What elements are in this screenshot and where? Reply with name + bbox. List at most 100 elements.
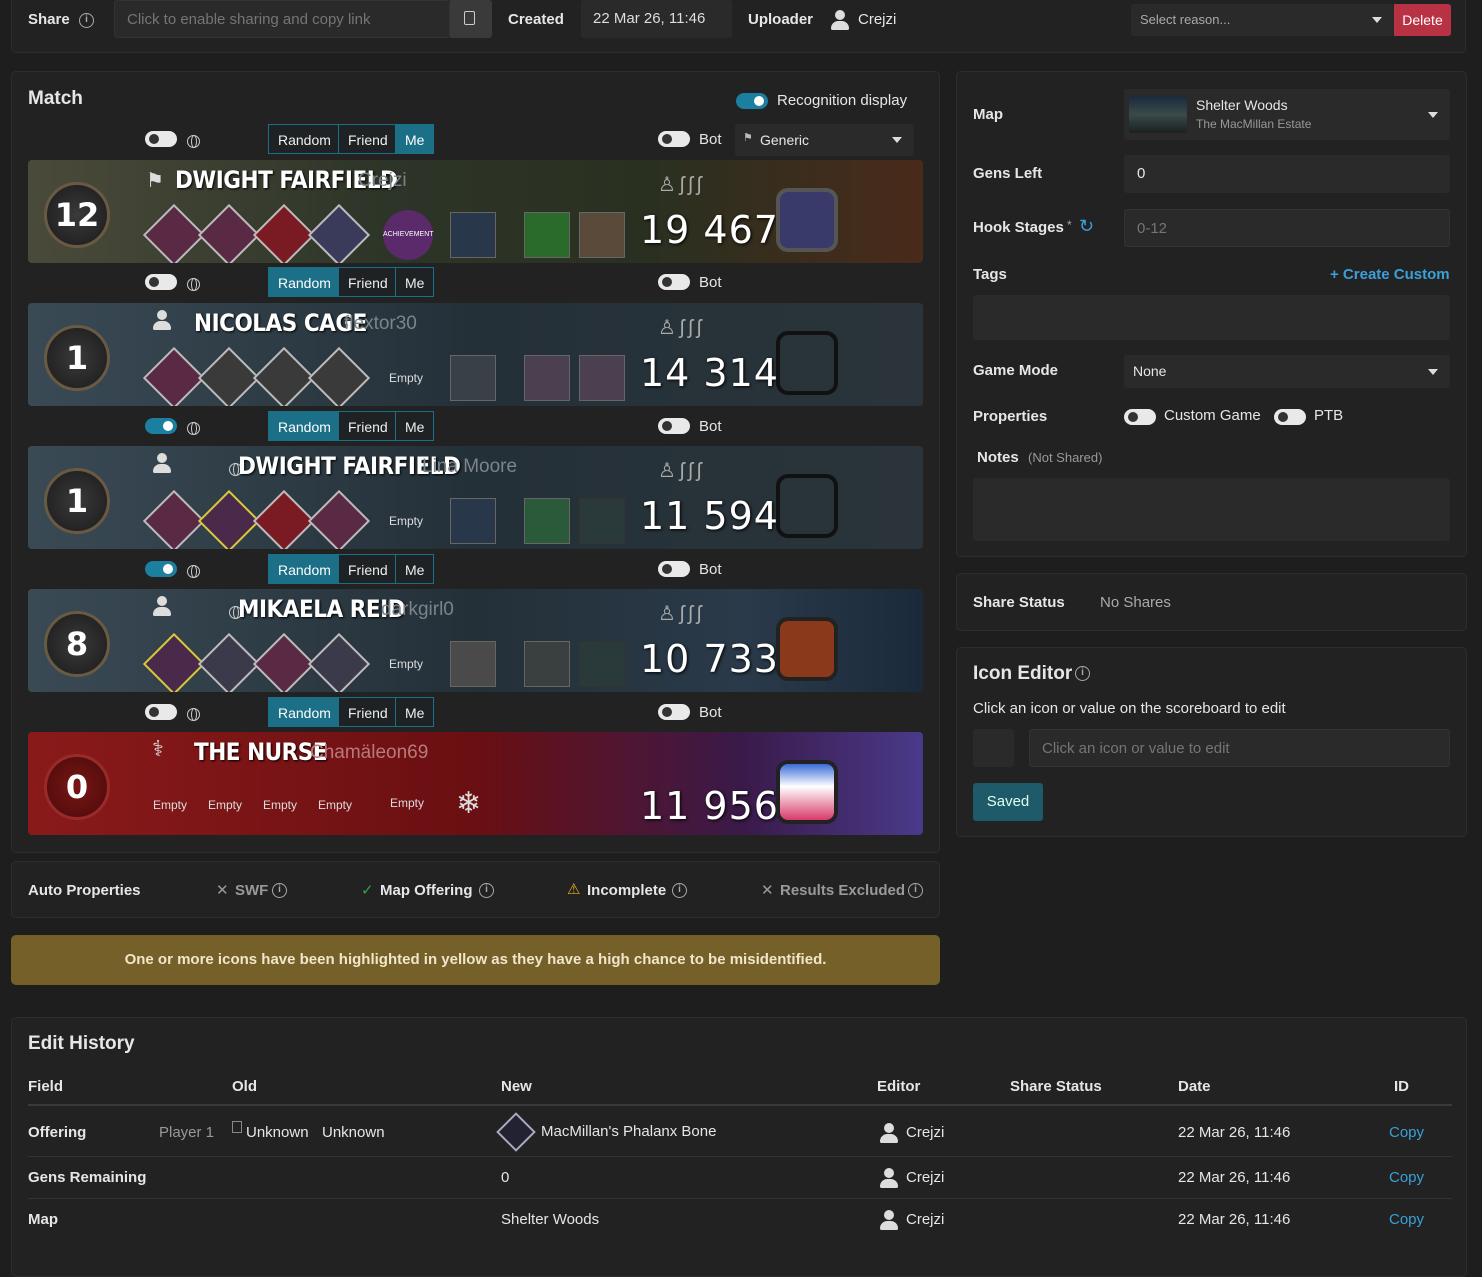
uploader-name[interactable]: Crejzi bbox=[858, 11, 896, 28]
perk-icon[interactable] bbox=[197, 346, 261, 406]
perk-icon[interactable] bbox=[252, 346, 316, 406]
swf-toggle[interactable] bbox=[145, 418, 177, 434]
perk-icon[interactable] bbox=[252, 632, 316, 692]
player-name[interactable]: NICOLAS CAGE bbox=[194, 309, 367, 337]
empty-perk-slot[interactable]: Empty bbox=[257, 782, 303, 828]
bot-toggle[interactable] bbox=[658, 418, 690, 434]
me-button[interactable]: Me bbox=[395, 554, 435, 584]
offering-icon[interactable] bbox=[776, 617, 838, 681]
game-mode-select[interactable]: None bbox=[1124, 355, 1450, 388]
globe-icon[interactable] bbox=[187, 707, 200, 721]
perk-icon[interactable] bbox=[197, 203, 261, 263]
addon-icon[interactable] bbox=[524, 498, 570, 544]
achievement-perk-icon[interactable]: ACHIEVEMENT bbox=[383, 210, 434, 260]
swf-toggle[interactable] bbox=[145, 274, 177, 290]
perk-icon-highlighted[interactable] bbox=[197, 489, 261, 549]
globe-icon[interactable] bbox=[187, 564, 200, 578]
map-select[interactable]: Shelter Woods The MacMillan Estate bbox=[1124, 89, 1450, 140]
hook-stages-icon[interactable]: ♙ʃʃʃ bbox=[658, 601, 705, 626]
friend-button[interactable]: Friend bbox=[338, 411, 398, 441]
recognition-toggle[interactable] bbox=[736, 93, 768, 109]
prestige-badge[interactable]: 12 bbox=[44, 182, 110, 248]
info-icon[interactable]: i bbox=[272, 883, 287, 898]
gens-left-input[interactable]: 0 bbox=[1124, 155, 1450, 193]
random-button[interactable]: Random bbox=[268, 267, 341, 297]
prestige-badge[interactable]: 0 bbox=[44, 754, 110, 820]
offering-icon[interactable] bbox=[776, 188, 838, 252]
bot-toggle[interactable] bbox=[658, 274, 690, 290]
notes-textarea[interactable] bbox=[973, 478, 1450, 541]
medkit-icon[interactable] bbox=[450, 355, 496, 401]
refresh-icon[interactable]: ↻ bbox=[1079, 216, 1094, 237]
player-score[interactable]: 11 594 bbox=[640, 494, 779, 538]
hook-stages-icon[interactable]: ♙ʃʃʃ bbox=[658, 172, 705, 197]
bot-toggle[interactable] bbox=[658, 561, 690, 577]
bot-toggle[interactable] bbox=[658, 704, 690, 720]
perk-icon[interactable] bbox=[142, 489, 206, 549]
row-editor[interactable]: Crejzi bbox=[906, 1169, 944, 1186]
player-name[interactable]: THE NURSE bbox=[194, 738, 328, 766]
copy-id-link[interactable]: Copy bbox=[1389, 1124, 1424, 1141]
toolbox-icon[interactable] bbox=[450, 498, 496, 544]
empty-perk-slot[interactable]: Empty bbox=[312, 782, 358, 828]
globe-icon[interactable] bbox=[187, 421, 200, 435]
player-score[interactable]: 19 467 bbox=[640, 208, 779, 252]
perk-icon[interactable] bbox=[142, 203, 206, 263]
info-icon[interactable]: i bbox=[1075, 666, 1090, 681]
random-button[interactable]: Random bbox=[268, 697, 341, 727]
perk-icon[interactable] bbox=[307, 489, 371, 549]
me-button[interactable]: Me bbox=[395, 124, 435, 154]
player-name[interactable]: MIKAELA REID bbox=[238, 595, 406, 623]
share-info-icon[interactable]: i bbox=[79, 13, 94, 28]
custom-game-toggle[interactable] bbox=[1124, 409, 1156, 425]
copy-id-link[interactable]: Copy bbox=[1389, 1211, 1424, 1228]
addon-icon[interactable] bbox=[579, 355, 625, 401]
empty-perk-slot[interactable]: Empty bbox=[383, 355, 429, 401]
offering-slot[interactable] bbox=[776, 331, 838, 395]
tags-input[interactable] bbox=[973, 295, 1450, 340]
friend-button[interactable]: Friend bbox=[338, 124, 398, 154]
saved-button[interactable]: Saved bbox=[973, 783, 1043, 821]
toolbox-icon[interactable] bbox=[450, 212, 496, 258]
random-button[interactable]: Random bbox=[268, 124, 341, 154]
info-icon[interactable]: i bbox=[672, 883, 687, 898]
copy-link-button[interactable] bbox=[450, 0, 492, 38]
player-score[interactable]: 14 314 bbox=[640, 351, 779, 395]
perk-icon[interactable] bbox=[142, 346, 206, 406]
empty-perk-slot[interactable]: Empty bbox=[384, 780, 430, 826]
offering-icon[interactable] bbox=[776, 760, 838, 824]
random-button[interactable]: Random bbox=[268, 554, 341, 584]
player-score[interactable]: 10 733 bbox=[640, 637, 779, 681]
hook-stages-icon[interactable]: ♙ʃʃʃ bbox=[658, 458, 705, 483]
perk-icon[interactable] bbox=[307, 346, 371, 406]
create-custom-tag-link[interactable]: + Create Custom bbox=[1330, 266, 1450, 283]
perk-icon[interactable] bbox=[252, 489, 316, 549]
swf-toggle[interactable] bbox=[145, 561, 177, 577]
info-icon[interactable]: i bbox=[479, 883, 494, 898]
share-link-input[interactable] bbox=[114, 0, 450, 38]
empty-perk-slot[interactable]: Empty bbox=[147, 782, 193, 828]
addon-icon[interactable] bbox=[524, 212, 570, 258]
addon-icon[interactable] bbox=[524, 355, 570, 401]
random-button[interactable]: Random bbox=[268, 411, 341, 441]
addon-icon[interactable] bbox=[579, 212, 625, 258]
empty-perk-slot[interactable]: Empty bbox=[202, 782, 248, 828]
friend-button[interactable]: Friend bbox=[338, 267, 398, 297]
swf-toggle[interactable] bbox=[145, 704, 177, 720]
reason-select[interactable]: Select reason... bbox=[1131, 4, 1394, 36]
perk-icon[interactable] bbox=[307, 203, 371, 263]
icon-value-input[interactable] bbox=[1029, 729, 1450, 767]
bot-toggle[interactable] bbox=[658, 131, 690, 147]
hook-stages-icon[interactable]: ♙ʃʃʃ bbox=[658, 315, 705, 340]
info-icon[interactable]: i bbox=[908, 883, 923, 898]
addon-slot[interactable] bbox=[579, 498, 625, 544]
friend-button[interactable]: Friend bbox=[338, 554, 398, 584]
row-editor[interactable]: Crejzi bbox=[906, 1211, 944, 1228]
player-score[interactable]: 11 956 bbox=[640, 784, 779, 828]
perk-icon[interactable] bbox=[252, 203, 316, 263]
killer-power-icon[interactable]: ❄ bbox=[456, 786, 481, 821]
prestige-badge[interactable]: 1 bbox=[44, 325, 110, 391]
me-button[interactable]: Me bbox=[395, 267, 435, 297]
ptb-toggle[interactable] bbox=[1274, 409, 1306, 425]
row-editor[interactable]: Crejzi bbox=[906, 1124, 944, 1141]
